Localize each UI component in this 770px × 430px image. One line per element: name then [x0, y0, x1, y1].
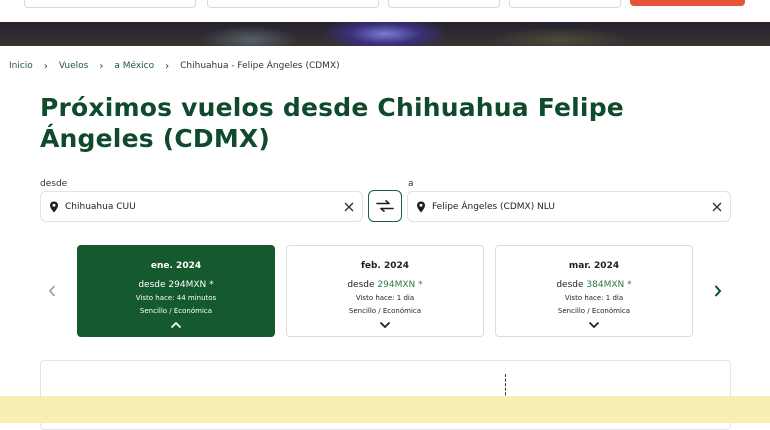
page-title: Próximos vuelos desde Chihuahua Felipe Á…	[40, 93, 624, 153]
last-seen-text: Visto hace: 1 día	[564, 294, 624, 302]
last-seen-text: Visto hace: 44 minutos	[135, 294, 217, 302]
breadcrumb-link-mexico[interactable]: a México	[114, 61, 154, 71]
month-card-jan[interactable]: ene. 2024 desde 294MXN * Visto hace: 44 …	[77, 245, 275, 337]
location-pin-icon	[417, 201, 425, 212]
header-field[interactable]	[24, 0, 196, 8]
breadcrumb-separator-icon: ›	[165, 60, 170, 72]
month-name: mar. 2024	[568, 261, 620, 271]
chevron-left-icon	[48, 285, 56, 297]
month-card-mar[interactable]: mar. 2024 desde 384MXN * Visto hace: 1 d…	[495, 245, 693, 337]
chevron-down-icon	[588, 321, 600, 329]
trip-type-text: Sencillo / Económica	[348, 307, 422, 315]
carousel-next-button[interactable]	[711, 283, 725, 299]
month-price: desde 384MXN *	[556, 280, 632, 290]
breadcrumb-current: Chihuahua - Felipe Ángeles (CDMX)	[180, 61, 340, 71]
chevron-right-icon	[714, 285, 722, 297]
month-name: ene. 2024	[150, 261, 202, 271]
breadcrumb-link-inicio[interactable]: Inicio	[9, 61, 33, 71]
header-field[interactable]	[388, 0, 500, 8]
swap-arrows-icon	[376, 200, 394, 212]
origin-field[interactable]: Chihuahua CUU	[40, 191, 363, 222]
month-price: desde 294MXN *	[138, 280, 214, 290]
clear-origin-icon[interactable]	[344, 202, 354, 212]
location-pin-icon	[50, 201, 58, 212]
search-header-bar	[0, 0, 770, 22]
last-seen-text: Visto hace: 1 día	[355, 294, 415, 302]
month-name: feb. 2024	[360, 261, 410, 271]
notice-banner	[0, 396, 770, 423]
chevron-up-icon	[170, 321, 182, 329]
trip-type-text: Sencillo / Económica	[139, 307, 213, 315]
breadcrumb-link-vuelos[interactable]: Vuelos	[59, 61, 88, 71]
month-price: desde 294MXN *	[347, 280, 423, 290]
destination-label: a	[408, 179, 414, 189]
origin-label: desde	[40, 179, 68, 189]
header-field[interactable]	[207, 0, 379, 8]
origin-value: Chihuahua CUU	[65, 201, 136, 212]
breadcrumb-separator-icon: ›	[43, 60, 48, 72]
carousel-prev-button[interactable]	[45, 283, 59, 299]
clear-destination-icon[interactable]	[712, 202, 722, 212]
month-card-feb[interactable]: feb. 2024 desde 294MXN * Visto hace: 1 d…	[286, 245, 484, 337]
swap-route-button[interactable]	[368, 190, 402, 222]
header-field[interactable]	[509, 0, 621, 8]
breadcrumb: Inicio › Vuelos › a México › Chihuahua -…	[9, 58, 340, 74]
breadcrumb-separator-icon: ›	[99, 60, 104, 72]
trip-type-text: Sencillo / Económica	[557, 307, 631, 315]
header-search-button[interactable]	[630, 0, 745, 6]
destination-value: Felipe Ángeles (CDMX) NLU	[432, 201, 555, 212]
destination-field[interactable]: Felipe Ángeles (CDMX) NLU	[407, 191, 731, 222]
chevron-down-icon	[379, 321, 391, 329]
